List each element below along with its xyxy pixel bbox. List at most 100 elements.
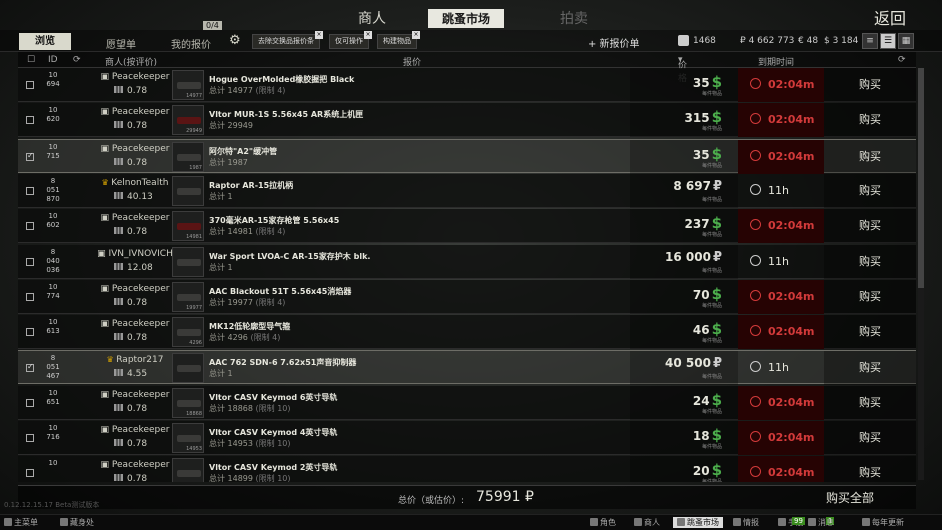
- buy-all-button[interactable]: 购买全部: [826, 489, 874, 506]
- buy-button[interactable]: 购买: [824, 139, 916, 174]
- row-checkbox[interactable]: [26, 398, 34, 407]
- buy-button[interactable]: 购买: [824, 315, 916, 350]
- seller-name[interactable]: ▣ Peacekeeper: [90, 284, 180, 294]
- offer-row[interactable]: 10 ▣ Peacekeeper 0.78 Vltor CASV Keymod …: [18, 456, 916, 482]
- row-checkbox[interactable]: [26, 116, 34, 125]
- col-price[interactable]: 价格 ▾: [678, 55, 687, 84]
- item-thumbnail[interactable]: [172, 175, 204, 206]
- offer-row[interactable]: 10 716 ▣ Peacekeeper 0.78 14953 Vltor CAS…: [18, 421, 916, 455]
- row-checkbox[interactable]: [26, 292, 34, 301]
- seller-name[interactable]: ▣ Peacekeeper: [90, 213, 180, 223]
- tab-flea-market[interactable]: 跳蚤市场: [428, 9, 505, 28]
- buy-button[interactable]: 购买: [824, 244, 916, 279]
- buy-button[interactable]: 购买: [824, 351, 916, 386]
- scrollbar-thumb[interactable]: [918, 68, 924, 288]
- row-checkbox[interactable]: [26, 328, 34, 337]
- my-offers-tab[interactable]: 我的报价: [171, 36, 211, 51]
- offer-row[interactable]: 8 051 870 ♛ KelnonTealth 40.13 Raptor AR-1…: [18, 173, 916, 208]
- seller-name[interactable]: ▣ Peacekeeper: [90, 107, 180, 117]
- gear-icon[interactable]: ⚙: [229, 34, 243, 48]
- buy-button[interactable]: 购买: [824, 385, 916, 420]
- close-icon[interactable]: ×: [412, 31, 420, 39]
- compact-view-icon[interactable]: ☰: [880, 33, 896, 49]
- row-checkbox[interactable]: [26, 362, 34, 373]
- item-thumbnail[interactable]: 14977: [172, 70, 204, 100]
- wishlist-tab[interactable]: 愿望单: [106, 36, 136, 51]
- row-checkbox[interactable]: [26, 222, 34, 231]
- traders-button[interactable]: 商人: [634, 517, 660, 528]
- scrollbar[interactable]: [918, 68, 924, 480]
- item-thumbnail[interactable]: 18868: [172, 387, 204, 418]
- filter-chip-no-barter[interactable]: 去除交换品报价条 ×: [252, 31, 323, 49]
- col-offer[interactable]: 报价: [403, 55, 421, 68]
- col-expires[interactable]: 到期时间: [758, 55, 794, 68]
- item-thumbnail[interactable]: 1987: [172, 141, 204, 172]
- item-thumbnail[interactable]: 14981: [172, 211, 204, 242]
- item-thumbnail[interactable]: 14953: [172, 423, 204, 453]
- per-item-label: 每件物品: [701, 162, 722, 169]
- row-checkbox[interactable]: [26, 151, 34, 161]
- buy-button[interactable]: 购买: [824, 421, 916, 455]
- row-checkbox[interactable]: [26, 186, 34, 195]
- offer-row[interactable]: 10 613 ▣ Peacekeeper 0.78 4296 MK12低轮廓型导气…: [18, 315, 916, 350]
- item-thumbnail[interactable]: 29949: [172, 105, 204, 136]
- offer-row[interactable]: 8051467 ♛ Raptor217 4.55 AAC 762 SDN-6 7…: [18, 350, 916, 386]
- hideout-button[interactable]: 藏身处: [60, 517, 94, 528]
- seller-name[interactable]: ♛ Raptor217: [90, 355, 180, 365]
- refresh-icon[interactable]: ⟳: [73, 55, 81, 65]
- offer-row[interactable]: 10 694 ▣ Peacekeeper 0.78 14977 Hogue Ove…: [18, 68, 916, 102]
- tab-auction[interactable]: 拍卖: [560, 8, 588, 28]
- offer-row[interactable]: 8 040 036 ▣ IVN_IVNOVICH 12.08 War Sport L…: [18, 244, 916, 279]
- buy-button[interactable]: 购买: [824, 209, 916, 244]
- filter-chip-build-items[interactable]: 构建物品 ×: [377, 31, 420, 49]
- buy-button[interactable]: 购买: [824, 456, 916, 482]
- filter-chip-operable[interactable]: 仅可操作 ×: [329, 31, 372, 49]
- grid-view-icon[interactable]: ▦: [898, 33, 914, 49]
- back-button[interactable]: 返回: [874, 5, 906, 29]
- list-view-icon[interactable]: ≡: [862, 33, 878, 49]
- offer-row[interactable]: 10 774 ▣ Peacekeeper 0.78 19977 AAC Black…: [18, 279, 916, 314]
- buy-button[interactable]: 购买: [824, 173, 916, 208]
- refresh-offers-icon[interactable]: ⟳: [898, 55, 906, 65]
- tab-traders[interactable]: 商人: [358, 8, 386, 28]
- signal-icon: [114, 262, 123, 270]
- offer-row[interactable]: 10 602 ▣ Peacekeeper 0.78 14981 370毫米AR-1…: [18, 209, 916, 244]
- new-offer-button[interactable]: + 新报价单: [588, 35, 640, 50]
- col-id[interactable]: ID: [48, 55, 58, 65]
- row-checkbox[interactable]: [26, 434, 34, 442]
- offer-row[interactable]: 10715 ▣ Peacekeeper 0.78 1987 阿尔特"A2"缓冲管…: [18, 138, 916, 174]
- close-icon[interactable]: ×: [364, 31, 372, 39]
- messages-button[interactable]: 消息: [808, 517, 834, 528]
- seller-name[interactable]: ▣ Peacekeeper: [90, 460, 180, 470]
- item-thumbnail[interactable]: 19977: [172, 281, 204, 312]
- intel-button[interactable]: 情报: [733, 517, 759, 528]
- buy-button[interactable]: 购买: [824, 68, 916, 102]
- seller-name[interactable]: ▣ IVN_IVNOVICH: [90, 249, 180, 259]
- close-icon[interactable]: ×: [315, 31, 323, 39]
- yearly-update-button[interactable]: 每年更新: [862, 517, 904, 528]
- seller-name[interactable]: ▣ Peacekeeper: [90, 319, 180, 329]
- select-all-checkbox[interactable]: ☐: [27, 55, 35, 65]
- flea-market-button[interactable]: 跳蚤市场: [673, 517, 723, 528]
- item-thumbnail[interactable]: [172, 246, 204, 277]
- item-thumbnail[interactable]: [172, 353, 204, 384]
- col-merchant[interactable]: 商人(按评价): [105, 55, 157, 68]
- row-checkbox[interactable]: [26, 257, 34, 266]
- row-checkbox[interactable]: [26, 81, 34, 89]
- buy-button[interactable]: 购买: [824, 279, 916, 314]
- seller-name[interactable]: ▣ Peacekeeper: [90, 390, 180, 400]
- main-menu-button[interactable]: 主菜单: [4, 517, 38, 528]
- item-thumbnail[interactable]: 4296: [172, 317, 204, 348]
- seller-name[interactable]: ♛ KelnonTealth: [90, 178, 180, 188]
- per-item-label: 每件物品: [701, 444, 722, 450]
- browse-button[interactable]: 浏览: [19, 33, 71, 50]
- offer-row[interactable]: 10 651 ▣ Peacekeeper 0.78 18868 Vltor CAS…: [18, 385, 916, 420]
- offer-row[interactable]: 10 620 ▣ Peacekeeper 0.78 29949 Vltor MUR…: [18, 103, 916, 138]
- row-checkbox[interactable]: [26, 469, 34, 478]
- buy-button[interactable]: 购买: [824, 103, 916, 138]
- seller-name[interactable]: ▣ Peacekeeper: [90, 425, 180, 435]
- seller-name[interactable]: ▣ Peacekeeper: [90, 72, 180, 82]
- character-button[interactable]: 角色: [590, 517, 616, 528]
- seller-name[interactable]: ▣ Peacekeeper: [90, 144, 180, 154]
- item-thumbnail[interactable]: [172, 458, 204, 482]
